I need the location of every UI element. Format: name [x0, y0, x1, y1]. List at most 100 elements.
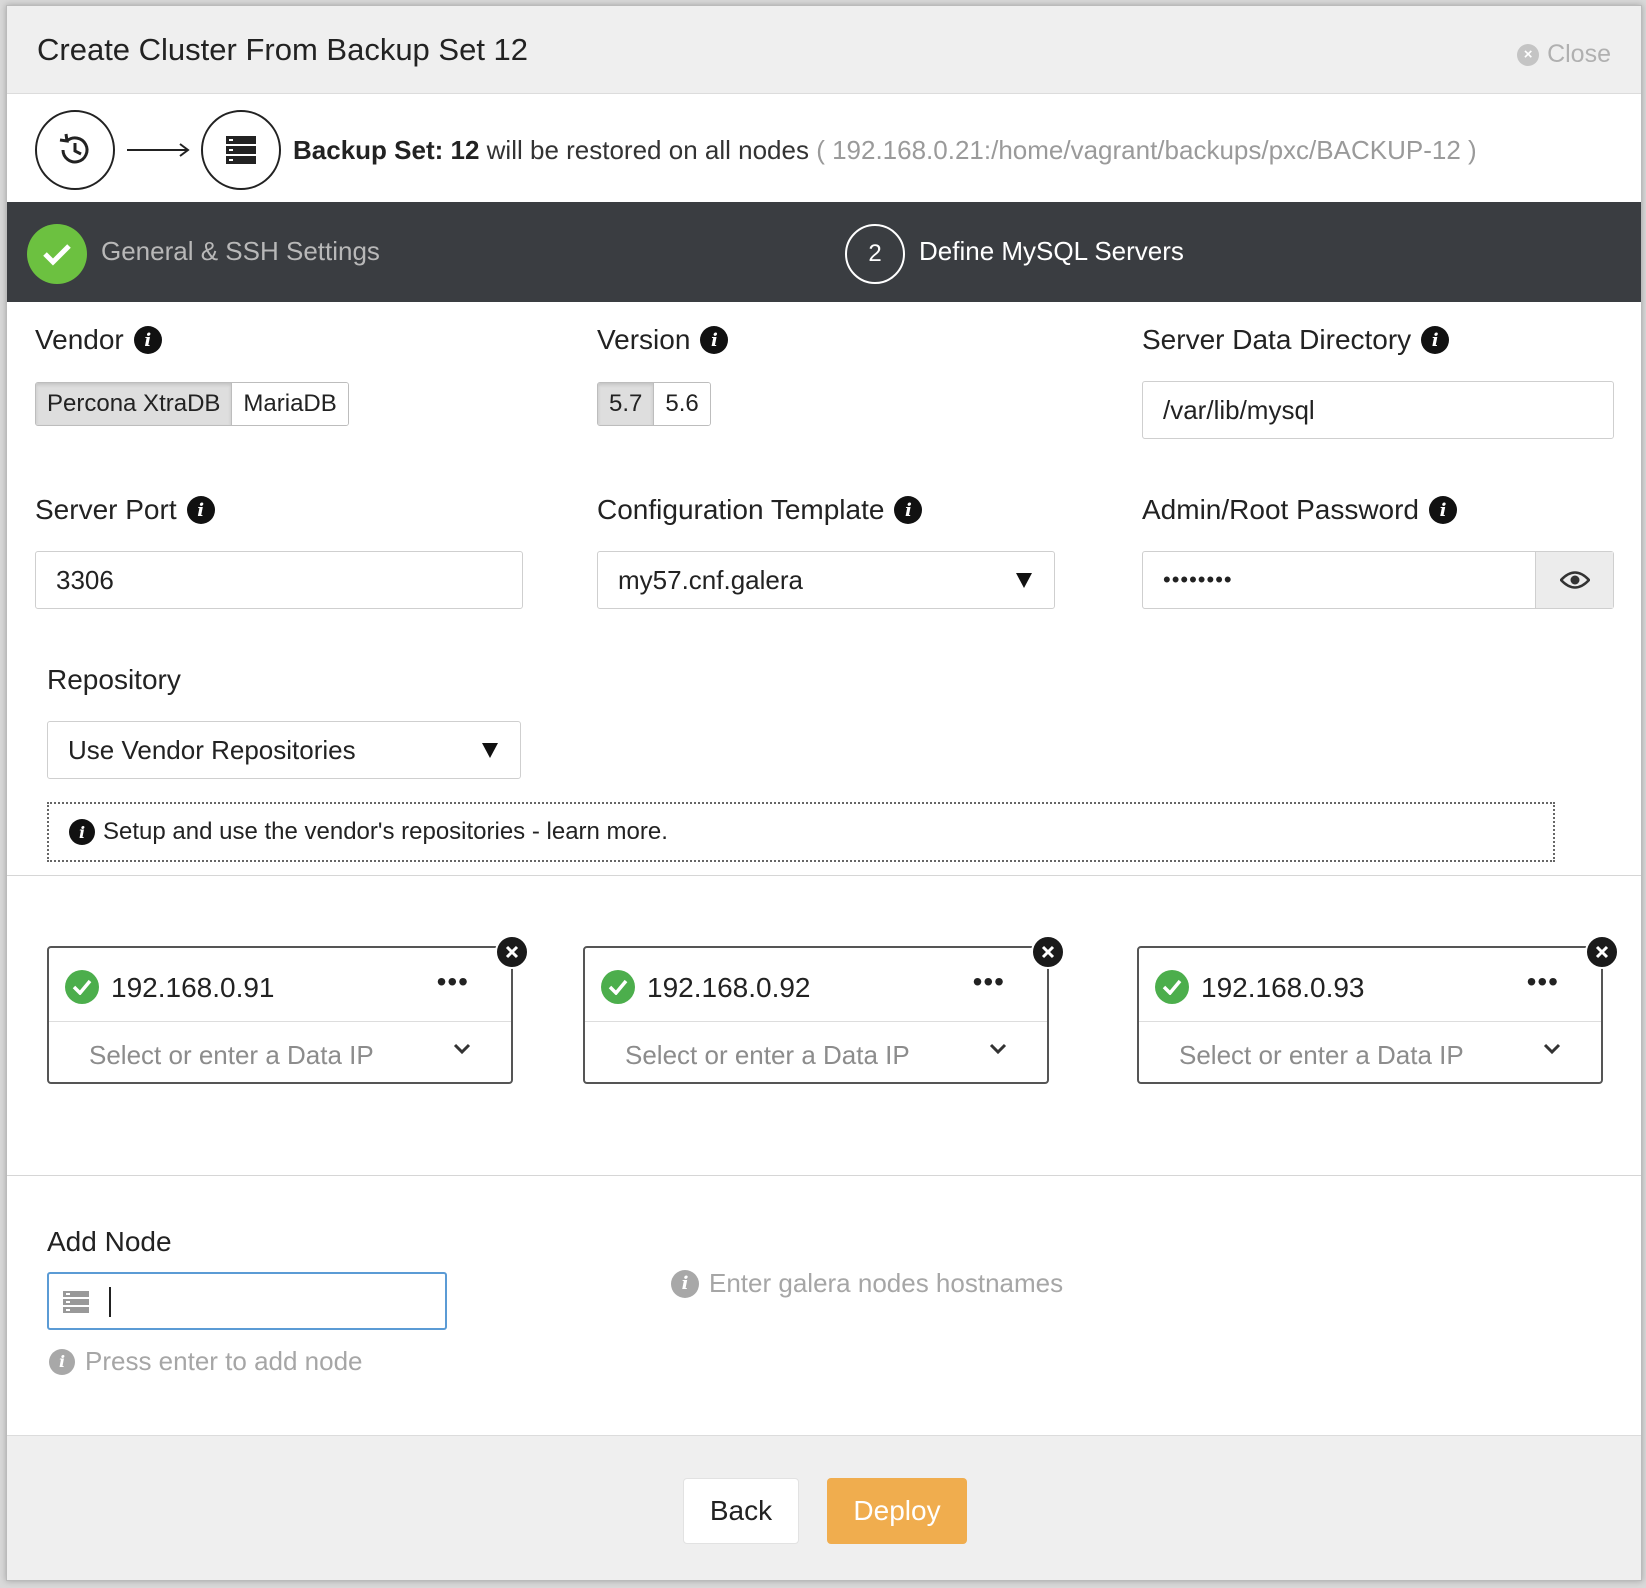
repository-select[interactable]: Use Vendor Repositories: [47, 721, 521, 779]
text-cursor: [109, 1287, 111, 1317]
info-icon: i: [69, 819, 95, 845]
node-ip: 192.168.0.91: [111, 972, 275, 1003]
chevron-down-icon[interactable]: [989, 1042, 1007, 1060]
add-node-input[interactable]: [47, 1272, 447, 1330]
node-card-header: 192.168.0.92 •••: [585, 948, 1047, 1022]
port-label: Server Port i: [35, 494, 215, 526]
remove-node-button[interactable]: [495, 935, 529, 969]
deploy-button[interactable]: Deploy: [827, 1478, 967, 1544]
node-card: 192.168.0.92 ••• Select or enter a Data …: [583, 946, 1049, 1084]
step-define-mysql[interactable]: Define MySQL Servers: [919, 236, 1184, 267]
node-card-header: 192.168.0.91 •••: [49, 948, 511, 1022]
check-circle-icon: [1155, 970, 1189, 1004]
close-button[interactable]: × Close: [1517, 40, 1611, 69]
data-ip-select[interactable]: Select or enter a Data IP: [89, 1040, 374, 1071]
password-label-text: Admin/Root Password: [1142, 494, 1420, 525]
version-option-5-6[interactable]: 5.6: [654, 383, 710, 425]
repository-notice: i Setup and use the vendor's repositorie…: [47, 802, 1555, 862]
backup-summary: Backup Set: 12 will be restored on all n…: [293, 135, 1477, 166]
version-label: Version i: [597, 324, 729, 356]
node-card: 192.168.0.93 ••• Select or enter a Data …: [1137, 946, 1603, 1084]
dialog-footer: Back Deploy: [7, 1435, 1641, 1580]
section-divider: [7, 875, 1641, 876]
step-general-ssh[interactable]: General & SSH Settings: [101, 236, 380, 267]
vendor-option-percona[interactable]: Percona XtraDB: [36, 383, 233, 425]
backup-prefix: Backup Set:: [293, 135, 444, 165]
more-options-icon[interactable]: •••: [973, 966, 1005, 998]
add-node-label-text: Add Node: [47, 1226, 172, 1257]
more-options-icon[interactable]: •••: [1527, 966, 1559, 998]
config-template-select[interactable]: my57.cnf.galera: [597, 551, 1055, 609]
back-button[interactable]: Back: [683, 1478, 799, 1544]
data-dir-label: Server Data Directory i: [1142, 324, 1450, 356]
galera-hostnames-hint: i Enter galera nodes hostnames: [671, 1268, 1063, 1299]
node-ip: 192.168.0.93: [1201, 972, 1365, 1003]
info-icon[interactable]: i: [133, 326, 162, 354]
info-icon: i: [671, 1269, 699, 1298]
step-number: 2: [845, 224, 905, 284]
info-icon[interactable]: i: [894, 496, 923, 524]
backup-info: Backup Set: 12 will be restored on all n…: [7, 94, 1641, 202]
repository-label-text: Repository: [47, 664, 181, 695]
add-node-label: Add Node: [47, 1226, 172, 1258]
arrow-right-icon: [127, 142, 191, 163]
vendor-label-text: Vendor: [35, 324, 124, 355]
dialog-title: Create Cluster From Backup Set 12: [37, 32, 529, 67]
info-icon[interactable]: i: [186, 496, 215, 524]
version-selector: 5.7 5.6: [597, 382, 711, 426]
backup-path: ( 192.168.0.21:/home/vagrant/backups/pxc…: [816, 135, 1477, 165]
remove-node-button[interactable]: [1031, 935, 1065, 969]
add-node-hint: i Press enter to add node: [49, 1346, 363, 1377]
close-icon: [505, 945, 519, 959]
password-label: Admin/Root Password i: [1142, 494, 1458, 526]
dialog-header: Create Cluster From Backup Set 12 × Clos…: [7, 6, 1641, 94]
version-label-text: Version: [597, 324, 691, 355]
data-dir-label-text: Server Data Directory: [1142, 324, 1412, 355]
check-circle-icon: [65, 970, 99, 1004]
version-option-5-7[interactable]: 5.7: [598, 383, 655, 425]
more-options-icon[interactable]: •••: [437, 966, 469, 998]
info-icon[interactable]: i: [1421, 326, 1450, 354]
vendor-selector: Percona XtraDB MariaDB: [35, 382, 349, 426]
chevron-down-icon[interactable]: [1543, 1042, 1561, 1060]
backup-middle: will be restored on all nodes: [486, 135, 809, 165]
config-template-label: Configuration Template i: [597, 494, 923, 526]
section-divider: [7, 1175, 1641, 1176]
port-input[interactable]: 3306: [35, 551, 523, 609]
vendor-option-mariadb[interactable]: MariaDB: [232, 383, 348, 425]
history-icon: [35, 110, 115, 190]
config-template-label-text: Configuration Template: [597, 494, 885, 525]
check-circle-icon: [601, 970, 635, 1004]
info-icon[interactable]: i: [1429, 496, 1458, 524]
vendor-label: Vendor i: [35, 324, 162, 356]
node-ip: 192.168.0.92: [647, 972, 811, 1003]
node-card: 192.168.0.91 ••• Select or enter a Data …: [47, 946, 513, 1084]
data-dir-input[interactable]: /var/lib/mysql: [1142, 381, 1614, 439]
server-icon: [201, 110, 281, 190]
chevron-down-icon[interactable]: [453, 1042, 471, 1060]
close-label: Close: [1547, 40, 1611, 68]
caret-down-icon: [482, 743, 498, 758]
add-node-hint-text: Press enter to add node: [85, 1346, 363, 1376]
port-label-text: Server Port: [35, 494, 177, 525]
node-card-header: 192.168.0.93 •••: [1139, 948, 1601, 1022]
remove-node-button[interactable]: [1585, 935, 1619, 969]
step-complete-check-icon: [27, 224, 87, 284]
info-icon: i: [49, 1348, 75, 1375]
password-input[interactable]: ••••••••: [1142, 551, 1614, 609]
close-icon: [1595, 945, 1609, 959]
server-list-icon: [63, 1290, 89, 1319]
caret-down-icon: [1016, 573, 1032, 588]
repository-notice-text[interactable]: Setup and use the vendor's repositories …: [103, 818, 668, 846]
backup-number: 12: [450, 135, 480, 165]
close-icon: ×: [1517, 43, 1540, 66]
data-ip-select[interactable]: Select or enter a Data IP: [625, 1040, 910, 1071]
galera-hostnames-hint-text: Enter galera nodes hostnames: [709, 1268, 1064, 1298]
info-icon[interactable]: i: [700, 326, 729, 354]
repository-value: Use Vendor Repositories: [68, 734, 356, 765]
data-ip-select[interactable]: Select or enter a Data IP: [1179, 1040, 1464, 1071]
repository-label: Repository: [47, 664, 181, 696]
password-value: ••••••••: [1163, 567, 1233, 592]
show-password-button[interactable]: [1535, 552, 1613, 608]
config-template-value: my57.cnf.galera: [618, 564, 803, 595]
